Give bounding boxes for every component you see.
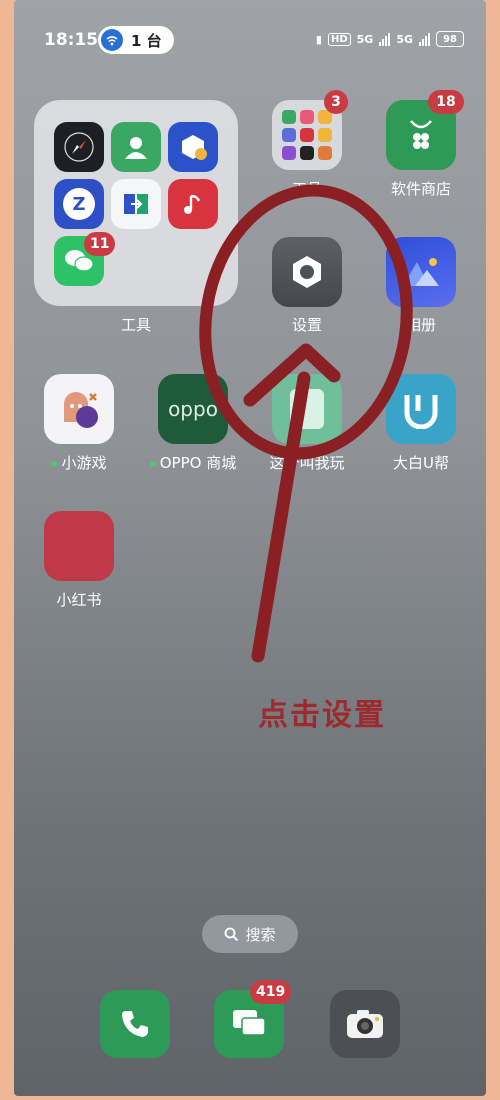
cast-indicator[interactable]: 1 台: [98, 26, 174, 54]
cube-app-icon[interactable]: [168, 122, 218, 172]
net1-label: 5G: [356, 32, 374, 46]
oppo-store-icon[interactable]: oppo: [158, 374, 228, 444]
battery-icon: 98: [436, 31, 464, 47]
green-app-label: 这个叫我玩: [269, 454, 345, 472]
folder-tools-large[interactable]: Z 11: [34, 100, 238, 306]
status-icons: ▮ HD 5G 5G 98: [316, 31, 464, 47]
search-button[interactable]: 搜索: [202, 915, 298, 953]
signal-icon-2: [419, 32, 430, 46]
net2-label: 5G: [396, 32, 413, 46]
album-icon[interactable]: [386, 237, 456, 307]
signal-icon-1: [379, 32, 391, 46]
wechat-badge: 11: [84, 232, 116, 256]
cast-icon: [101, 29, 123, 51]
annotation-text: 点击设置: [258, 698, 386, 733]
z-app-icon[interactable]: Z: [54, 179, 104, 229]
xiaohongshu-icon[interactable]: [44, 511, 114, 581]
dabai-u-label: 大白U帮: [393, 454, 449, 472]
messages-badge: 419: [250, 980, 292, 1004]
status-time: 18:15: [44, 30, 99, 50]
cast-count: 1 台: [131, 31, 162, 50]
search-label: 搜索: [245, 925, 276, 944]
hd-icon: HD: [327, 32, 351, 46]
xiaohongshu-label: 小红书: [56, 591, 102, 609]
folder-small-badge: 3: [324, 90, 348, 114]
dabai-u-icon[interactable]: [386, 374, 456, 444]
contacts-icon[interactable]: [111, 122, 161, 172]
clone-app-icon[interactable]: [111, 179, 161, 229]
vibrate-icon: ▮: [315, 32, 322, 46]
music-icon[interactable]: [168, 179, 218, 229]
folder-tools-small-label: 工具: [291, 180, 322, 198]
oppo-logo-text: oppo: [168, 397, 218, 421]
green-app-icon[interactable]: [272, 374, 342, 444]
settings-label: 设置: [291, 316, 322, 334]
camera-icon[interactable]: [330, 990, 400, 1058]
search-icon: [225, 927, 239, 941]
settings-icon[interactable]: [272, 237, 342, 307]
home-screen: 18:15 1 台 ▮ HD 5G 5G 98 Z 11 工具 3 工具 18 …: [14, 0, 486, 1096]
compass-icon[interactable]: [54, 122, 104, 172]
folder-tools-large-label: 工具: [120, 316, 151, 334]
phone-icon[interactable]: [100, 990, 170, 1058]
oppo-store-label: OPPO 商城: [138, 452, 248, 473]
app-store-label: 软件商店: [390, 180, 451, 198]
app-store-badge: 18: [428, 90, 464, 114]
mini-game-label: 小游戏: [24, 452, 134, 473]
mini-game-icon[interactable]: [44, 374, 114, 444]
album-label: 相册: [405, 316, 436, 334]
